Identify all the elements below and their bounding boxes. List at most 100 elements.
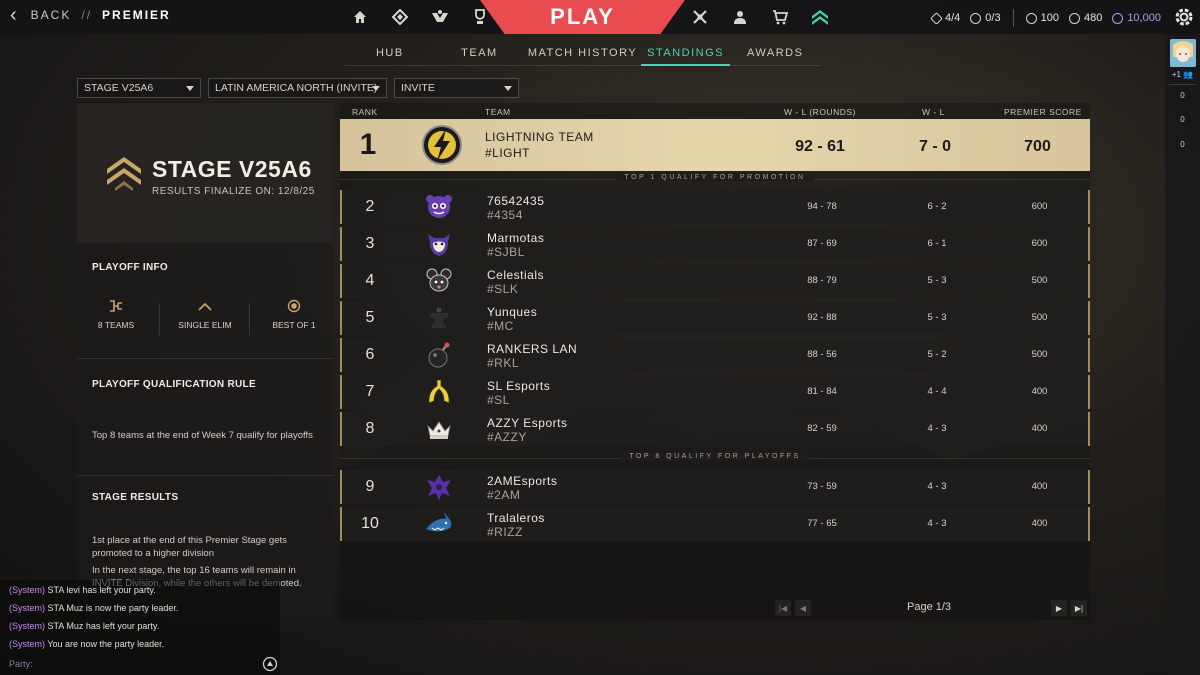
row-premier-score: 400	[1031, 386, 1048, 397]
stage-info-panel: STAGE V25A6 RESULTS FINALIZE ON: 12/8/25…	[77, 103, 333, 618]
row-team-name: SL Esports	[487, 379, 551, 393]
tab-awards[interactable]: AWARDS	[730, 44, 820, 65]
last-page-icon[interactable]: ▶|	[1071, 600, 1087, 616]
table-row[interactable]: 6 RANKERS LAN #RKL 88 - 56 5 - 2 500	[340, 338, 1090, 372]
row-premier-score: 400	[1031, 423, 1048, 434]
kingdom-credits[interactable]: 10,000	[1112, 12, 1161, 24]
row-team-name: Celestials	[487, 268, 545, 282]
purple-creature-logo-icon	[426, 195, 452, 218]
back-button[interactable]: ‹ BACK // PREMIER	[10, 4, 171, 26]
agent-count[interactable]: 4/4	[930, 11, 960, 25]
region-dropdown-value: LATIN AMERICA NORTH (INVITE)	[215, 82, 378, 94]
stat-divider	[249, 303, 250, 335]
tab-match-history[interactable]: MATCH HISTORY	[524, 44, 641, 65]
stage-dropdown[interactable]: STAGE V25A6	[77, 78, 201, 98]
stage-results-title: STAGE RESULTS	[92, 492, 179, 503]
rail-divider	[1169, 84, 1196, 85]
row-wl: 5 - 2	[927, 349, 947, 360]
play-button[interactable]: PLAY	[480, 0, 685, 34]
friends-count-ingame[interactable]: 0	[1165, 115, 1200, 124]
row-team-tag: #AZZY	[487, 430, 527, 444]
pagination: |◀ ◀ Page 1/3 ▶ ▶|	[775, 600, 1088, 616]
collection-icon[interactable]	[390, 7, 410, 27]
table-row[interactable]: 2 76542435 #4354 94 - 78 6 - 2 600	[340, 190, 1090, 224]
table-row[interactable]: 4 Celestials #SLK 88 - 79 5 - 3 500	[340, 264, 1090, 298]
row-team-name: 2AMEsports	[487, 474, 558, 488]
region-dropdown[interactable]: LATIN AMERICA NORTH (INVITE)	[208, 78, 387, 98]
avatar[interactable]	[1170, 39, 1196, 67]
row-wl: 4 - 4	[927, 386, 947, 397]
friends-count-away[interactable]: 0	[1165, 140, 1200, 149]
career-agent-icon[interactable]	[730, 7, 750, 27]
radianite-icon	[1068, 12, 1080, 24]
mouse-logo-icon	[426, 268, 452, 292]
row-team-name: Marmotas	[487, 231, 545, 245]
row-team-tag: #2AM	[487, 488, 521, 502]
playoff-format: SINGLE ELIM	[178, 320, 232, 330]
store-icon[interactable]	[770, 7, 790, 27]
party-members-icon: 👥	[1183, 70, 1194, 79]
table-row[interactable]: 8 AZZY Esports #AZZY 82 - 59 4 - 3 400	[340, 412, 1090, 446]
table-row[interactable]: 1 LIGHTNING TEAM #LIGHT 92 - 61 7 - 0 70…	[340, 119, 1090, 171]
row-rank: 10	[361, 515, 379, 532]
chat-input[interactable]: Party:	[9, 659, 33, 669]
first-page-icon[interactable]: |◀	[775, 600, 791, 616]
career-icon[interactable]	[470, 7, 490, 27]
row-wl: 7 - 0	[918, 138, 951, 155]
valorant-points[interactable]: 100	[1025, 12, 1059, 24]
row-team-tag: #SJBL	[487, 245, 525, 259]
row-premier-score: 700	[1024, 138, 1051, 155]
playoff-format-stat: SINGLE ELIM	[170, 298, 240, 330]
social-rail: +1 👥 0 0 0	[1165, 34, 1200, 675]
home-icon[interactable]	[350, 7, 370, 27]
row-rank: 3	[365, 235, 375, 252]
radial-icon	[970, 12, 982, 24]
valorant-points-icon	[1025, 12, 1037, 24]
party-count[interactable]: +1 👥	[1165, 70, 1200, 79]
row-wl: 6 - 2	[927, 201, 947, 212]
chat-message: (System) You are now the party leader.	[9, 639, 165, 649]
premier-tabs: HUB TEAM MATCH HISTORY STANDINGS AWARDS	[345, 44, 820, 66]
battlepass-icon[interactable]	[690, 7, 710, 27]
table-header: RANK TEAM W - L (ROUNDS) W - L PREMIER S…	[340, 103, 1090, 119]
table-row[interactable]: 7 SL Esports #SL 81 - 84 4 - 4 400	[340, 375, 1090, 409]
chevron-down-icon	[504, 86, 512, 91]
bomb-logo-icon	[428, 342, 450, 368]
single-elim-icon	[170, 298, 240, 314]
row-rank: 2	[365, 198, 375, 215]
currency-bar: 4/4 0/3 100 480 10,000	[930, 9, 1171, 27]
tab-team[interactable]: TEAM	[435, 44, 525, 65]
friends-count-online[interactable]: 0	[1165, 91, 1200, 100]
playoff-series-stat: BEST OF 1	[259, 298, 329, 330]
division-dropdown[interactable]: INVITE	[394, 78, 519, 98]
tab-hub[interactable]: HUB	[345, 44, 435, 65]
agents-icon[interactable]	[430, 7, 450, 27]
chat-channel-icon[interactable]	[262, 656, 278, 672]
chat-message: (System) STA Muz is now the party leader…	[9, 603, 179, 613]
premier-icon[interactable]	[810, 7, 830, 27]
table-row[interactable]: 3 Marmotas #SJBL 87 - 69 6 - 1 600	[340, 227, 1090, 261]
promotion-note: TOP 1 QUALIFY FOR PROMOTION	[616, 174, 814, 181]
prev-page-icon[interactable]: ◀	[795, 600, 811, 616]
back-label: BACK	[30, 8, 72, 22]
next-page-icon[interactable]: ▶	[1051, 600, 1067, 616]
playoff-info-title: PLAYOFF INFO	[92, 262, 169, 273]
row-rank: 4	[365, 272, 375, 289]
row-team-tag: #RKL	[487, 356, 520, 370]
table-row[interactable]: 5 Yunques #MC 92 - 88 5 - 3 500	[340, 301, 1090, 335]
item-count[interactable]: 0/3	[970, 12, 1001, 24]
table-row[interactable]: 10 Tralaleros #RIZZ 77 - 65 4 - 3 400	[340, 507, 1090, 541]
shark-logo-icon	[426, 512, 452, 532]
playoff-note: TOP 8 QUALIFY FOR PLAYOFFS	[621, 453, 809, 460]
table-row[interactable]: 9 2AMEsports #2AM 73 - 59 4 - 3 400	[340, 470, 1090, 504]
chat-panel: (System) STA levi has left your party. (…	[0, 580, 280, 675]
tab-standings[interactable]: STANDINGS	[640, 44, 731, 66]
top-bar: ‹ BACK // PREMIER PLAY 4/4 0/3 100 480 1…	[0, 0, 1200, 34]
radianite-points[interactable]: 480	[1068, 12, 1102, 24]
row-team-tag: #MC	[487, 319, 514, 333]
gear-icon[interactable]	[1172, 5, 1196, 29]
back-chevron-icon: ‹	[10, 4, 19, 26]
best-of-icon	[259, 298, 329, 314]
marmot-logo-icon	[428, 234, 450, 256]
stat-divider	[159, 303, 160, 335]
